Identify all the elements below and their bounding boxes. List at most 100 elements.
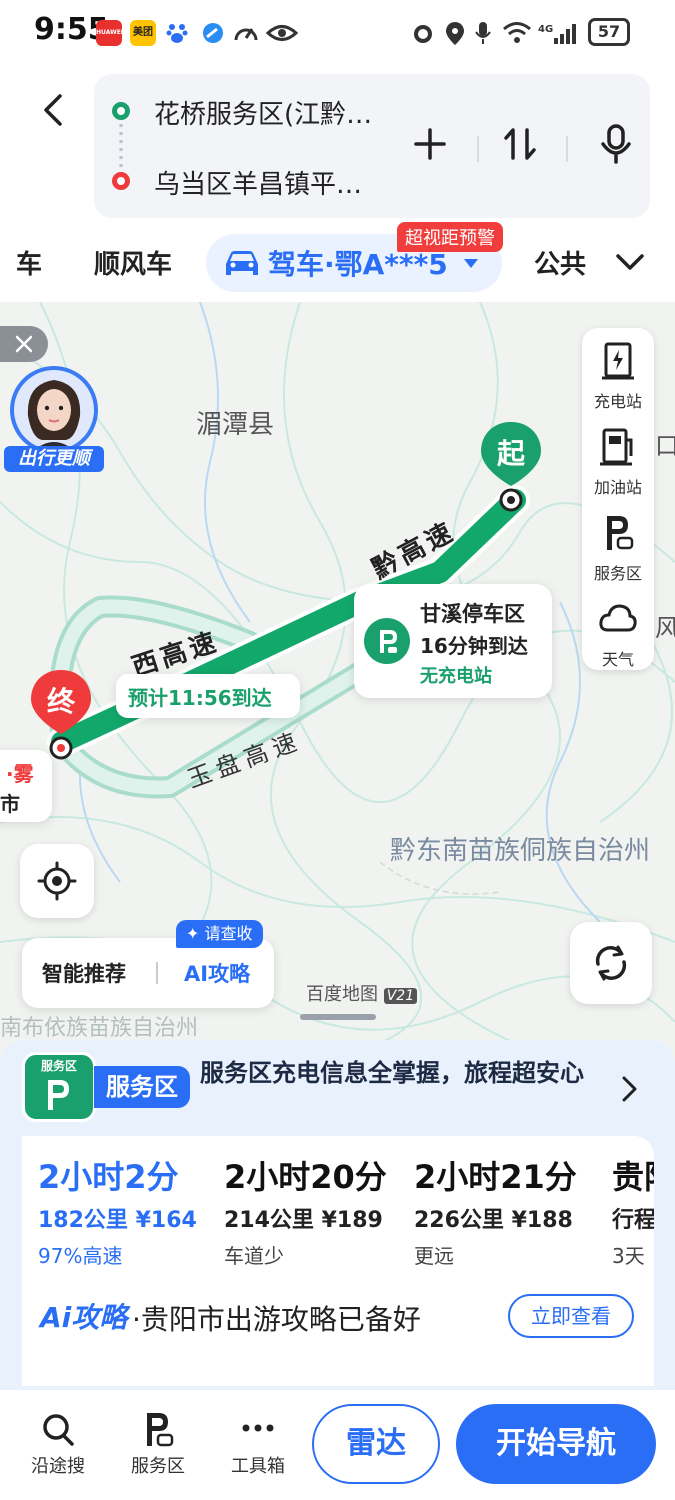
service-area-name: 甘溪停车区 (420, 602, 525, 626)
route-tag: 3天 (612, 1244, 645, 1268)
parking-service-icon (147, 1413, 174, 1447)
service-area-card[interactable]: 甘溪停车区 16分钟到达 无充电站 (354, 584, 552, 698)
route-distance: 行程 (612, 1208, 654, 1233)
divider (156, 962, 158, 984)
nav-label: 服务区 (131, 1456, 185, 1477)
crosshair-icon (37, 861, 77, 901)
ai-guide-brand: Ai攻略 (40, 1301, 128, 1334)
parking-service-icon (607, 516, 634, 550)
huawei-icon: HUAWEI (96, 20, 123, 46)
tool-charging-station[interactable]: 充电站 (582, 334, 654, 420)
tool-gas-station[interactable]: 加油站 (582, 420, 654, 506)
search-icon (43, 1414, 74, 1446)
tool-service-area[interactable]: 服务区 (582, 506, 654, 592)
route-tag: 97%高速 (38, 1244, 123, 1268)
caret-down-icon (464, 259, 478, 268)
destination-input[interactable]: 乌当区羊昌镇平… (154, 164, 362, 201)
nav-toolbox[interactable]: 工具箱 (208, 1390, 308, 1500)
tab-carpool[interactable]: 顺风车 (94, 244, 172, 281)
wifi-icon (502, 20, 532, 46)
start-marker[interactable]: 起 (478, 420, 544, 514)
plus-icon (414, 128, 446, 160)
tool-label: 服务区 (593, 564, 642, 583)
swap-icon (504, 128, 536, 160)
divider (477, 136, 479, 162)
place-label-meitan: 湄潭县 (196, 410, 275, 440)
meituan-icon: 美团 (130, 20, 156, 46)
close-avatar-button[interactable] (0, 326, 48, 362)
ai-guide-text: ·贵阳市出游攻略已备好 (132, 1303, 421, 1336)
start-navigation-button[interactable]: 开始导航 (456, 1404, 656, 1484)
voice-input-button[interactable] (596, 122, 636, 166)
charging-station-icon (602, 342, 634, 380)
nav-label: 沿途搜 (31, 1456, 85, 1477)
origin-input[interactable]: 花桥服务区(江黔… (154, 94, 372, 131)
route-option-1[interactable]: 2小时2分 182公里 ¥164 97%高速 (22, 1136, 210, 1272)
expand-modes-button[interactable] (612, 248, 652, 278)
add-waypoint-button[interactable] (410, 124, 450, 164)
locate-me-button[interactable] (20, 844, 94, 918)
ai-assistant-avatar[interactable]: 出行更顺 (4, 366, 104, 472)
tool-weather[interactable]: 天气 (582, 592, 654, 678)
end-marker[interactable]: 终 (28, 668, 94, 762)
chevron-down-icon (616, 254, 644, 270)
signal-icon: 4G (538, 20, 580, 46)
route-connector-icon (119, 124, 123, 170)
place-label-qiandongnan: 黔东南苗族侗族自治州 (390, 836, 651, 866)
tab-car[interactable]: 车 (16, 244, 42, 281)
baidu-icon (164, 20, 190, 46)
smart-recommend-button[interactable]: 智能推荐 (42, 958, 126, 988)
edge-label-feng: 风 (655, 614, 675, 642)
sheet-drag-handle[interactable] (300, 1014, 376, 1020)
avatar-label: 出行更顺 (4, 446, 104, 472)
route-option-3[interactable]: 2小时21分 226公里 ¥188 更远 (398, 1136, 598, 1272)
end-marker-label: 终 (46, 685, 75, 718)
tab-public-transit[interactable]: 公共 (534, 244, 586, 281)
back-button[interactable] (36, 92, 72, 128)
place-label-qiannan: 南布依族苗族自治州 (0, 1016, 199, 1041)
parking-icon (364, 618, 410, 664)
more-dots-icon (242, 1424, 274, 1432)
route-tag: 车道少 (224, 1244, 284, 1268)
banner-chevron-right-icon[interactable] (618, 1074, 642, 1104)
divider (566, 136, 568, 162)
eta-bubble[interactable]: 预计11:56到达 (116, 674, 300, 718)
route-options: 2小时2分 182公里 ¥164 97%高速 2小时20分 214公里 ¥189… (22, 1136, 654, 1386)
eye-icon (265, 20, 299, 46)
nav-search-along[interactable]: 沿途搜 (8, 1390, 108, 1500)
route-input-panel: 花桥服务区(江黔… 乌当区羊昌镇平… (94, 74, 650, 218)
radar-button[interactable]: 雷达 (312, 1404, 440, 1484)
route-distance-cost: 226公里 ¥188 (414, 1208, 573, 1233)
start-marker-label: 起 (496, 437, 525, 470)
recommend-tip-badge: ✦ 请查收 (176, 920, 263, 948)
swap-route-button[interactable] (500, 124, 540, 164)
transport-mode-tabs: 车 顺风车 驾车·鄂A***5 公共 (0, 228, 675, 298)
close-icon (15, 335, 33, 353)
service-area-badge-label: 服务区 (94, 1066, 190, 1108)
route-time: 2小时20分 (224, 1158, 387, 1196)
recommend-bar: 智能推荐 AI攻略 (22, 938, 274, 1008)
speed-icon (232, 20, 258, 46)
map-view[interactable]: 黔高速 西高速 玉盘高速 湄潭县 黔东南苗族侗族自治州 口 风 南布依族苗族自治… (0, 302, 675, 1062)
service-area-banner-badge: 服务区 服务区 (22, 1050, 190, 1122)
status-bar: 9:55 HUAWEI 美团 4G 57 (0, 0, 675, 66)
weather-fog-label: ·雾 (6, 762, 34, 786)
refresh-icon (595, 945, 627, 981)
tool-label: 天气 (601, 650, 634, 669)
nav-label: 工具箱 (231, 1456, 285, 1477)
route-option-2[interactable]: 2小时20分 214公里 ¥189 车道少 (208, 1136, 398, 1272)
route-option-4[interactable]: 贵阳 行程 3天 (598, 1136, 654, 1272)
ai-guide-button[interactable]: AI攻略 (184, 958, 250, 988)
weather-city-label: 市 (0, 792, 20, 816)
battery-indicator: 57 (588, 18, 630, 46)
svg-text:4G: 4G (538, 24, 553, 35)
nav-service-area[interactable]: 服务区 (108, 1390, 208, 1500)
alarm-icon (410, 20, 436, 46)
view-guide-button[interactable]: 立即查看 (508, 1294, 634, 1338)
origin-dot-icon (112, 102, 130, 120)
service-area-note: 无充电站 (420, 666, 492, 687)
refresh-route-button[interactable] (570, 922, 652, 1004)
browser-icon (200, 20, 226, 46)
route-distance-cost: 182公里 ¥164 (38, 1208, 197, 1233)
service-area-banner-text[interactable]: 服务区充电信息全掌握，旅程超安心 (200, 1056, 600, 1090)
